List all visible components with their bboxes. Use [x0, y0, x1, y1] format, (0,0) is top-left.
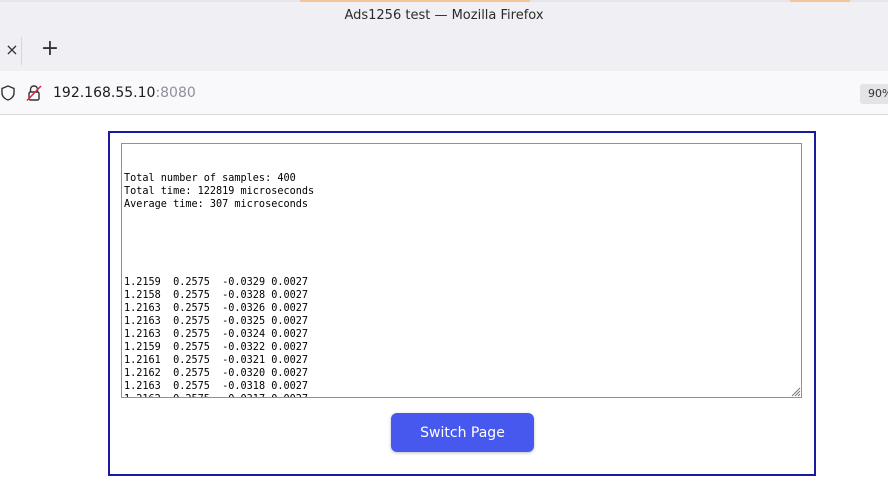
url-host: 192.168.55.10: [53, 85, 156, 101]
page-content: Total number of samples: 400 Total time: …: [0, 115, 888, 502]
zoom-level-button[interactable]: 90%: [860, 84, 888, 104]
new-tab-button[interactable]: +: [38, 38, 62, 62]
navigation-bar: 192.168.55.10:8080 90%: [0, 71, 888, 115]
summary-line: Average time: 307 microseconds: [124, 199, 309, 210]
url-bar[interactable]: 192.168.55.10:8080: [53, 85, 196, 101]
window-titlebar: Ads1256 test — Mozilla Firefox: [0, 0, 888, 31]
sample-row: 1.2163 0.2575 -0.0325 0.0027: [124, 316, 309, 327]
tracking-protection-shield-icon[interactable]: [0, 85, 16, 101]
sample-row: 1.2163 0.2575 -0.0318 0.0027: [124, 381, 309, 392]
sample-row: 1.2162 0.2575 -0.0317 0.0027: [124, 393, 801, 397]
main-frame: Total number of samples: 400 Total time: …: [108, 131, 816, 476]
summary-block: Total number of samples: 400 Total time: …: [124, 172, 801, 211]
insecure-lock-icon[interactable]: [26, 84, 42, 102]
sample-rows: 1.2159 0.2575 -0.0329 0.0027 1.2158 0.257…: [124, 276, 801, 397]
tab-bar: × +: [0, 31, 888, 71]
sample-row: 1.2161 0.2575 -0.0321 0.0027: [124, 355, 309, 366]
sample-row: 1.2158 0.2575 -0.0328 0.0027: [124, 290, 309, 301]
sample-row: 1.2162 0.2575 -0.0320 0.0027: [124, 368, 309, 379]
tab-divider: [21, 37, 22, 65]
window-title: Ads1256 test — Mozilla Firefox: [344, 8, 544, 23]
sample-row: 1.2163 0.2575 -0.0326 0.0027: [124, 303, 309, 314]
resize-grip-icon[interactable]: [789, 385, 801, 397]
titlebar-accent: [790, 0, 850, 2]
url-port: :8080: [155, 85, 196, 101]
titlebar-accent: [300, 0, 530, 2]
summary-line: Total number of samples: 400: [124, 173, 296, 184]
switch-page-button[interactable]: Switch Page: [391, 413, 534, 452]
close-tab-icon[interactable]: ×: [4, 41, 20, 59]
summary-line: Total time: 122819 microseconds: [124, 186, 315, 197]
sample-row: 1.2163 0.2575 -0.0324 0.0027: [124, 329, 309, 340]
sample-row: 1.2159 0.2575 -0.0322 0.0027: [124, 342, 309, 353]
output-textarea[interactable]: Total number of samples: 400 Total time: …: [121, 143, 802, 398]
sample-row: 1.2159 0.2575 -0.0329 0.0027: [124, 277, 309, 288]
